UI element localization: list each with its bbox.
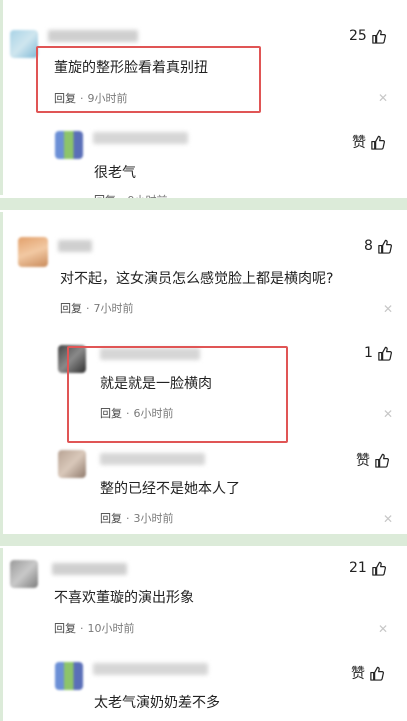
highlight-box	[67, 346, 288, 443]
reply-meta: 回复 · 3小时前	[100, 512, 174, 525]
thread-accent	[0, 212, 3, 534]
avatar[interactable]	[55, 131, 83, 159]
like-button[interactable]: 21	[349, 560, 386, 576]
like-count: 21	[349, 560, 367, 576]
comment-meta: 回复 · 10小时前	[54, 622, 135, 635]
thumbs-up-icon	[372, 561, 386, 576]
thumbs-up-icon	[370, 666, 384, 681]
timestamp: 3小时前	[133, 512, 174, 525]
reply-button[interactable]: 回复	[54, 622, 76, 635]
like-count: 赞	[351, 666, 365, 682]
close-icon[interactable]: ✕	[378, 91, 388, 105]
like-count: 25	[349, 28, 367, 44]
reply-text: 整的已经不是她本人了	[100, 481, 240, 497]
close-icon[interactable]: ✕	[383, 407, 393, 421]
like-button[interactable]: 1	[364, 345, 392, 361]
like-button[interactable]: 8	[364, 238, 392, 254]
comment-meta: 回复 · 7小时前	[60, 302, 134, 315]
username[interactable]	[100, 453, 205, 465]
timestamp: 7小时前	[93, 302, 134, 315]
like-button[interactable]: 赞	[351, 663, 384, 683]
username[interactable]	[93, 132, 188, 144]
username[interactable]	[93, 663, 208, 675]
thumbs-up-icon	[378, 346, 392, 361]
thumbs-up-icon	[371, 135, 385, 150]
thumbs-up-icon	[378, 239, 392, 254]
timestamp: 10小时前	[87, 622, 135, 635]
reply-text: 很老气	[94, 165, 136, 181]
avatar[interactable]	[55, 662, 83, 690]
thread-accent	[0, 0, 3, 195]
like-count: 8	[364, 238, 373, 254]
close-icon[interactable]: ✕	[383, 302, 393, 316]
avatar[interactable]	[58, 450, 86, 478]
like-button[interactable]: 赞	[356, 450, 389, 470]
comment-text: 不喜欢董璇的演出形象	[54, 590, 194, 606]
like-button[interactable]: 25	[349, 28, 386, 44]
close-icon[interactable]: ✕	[378, 622, 388, 636]
reply-button[interactable]: 回复	[100, 512, 122, 525]
avatar[interactable]	[18, 237, 48, 267]
reply-button[interactable]: 回复	[60, 302, 82, 315]
comment-text: 对不起，这女演员怎么感觉脸上都是横肉呢?	[60, 271, 334, 287]
thread-divider	[0, 534, 407, 546]
like-count: 赞	[356, 453, 370, 469]
highlight-box	[36, 46, 261, 113]
username[interactable]	[48, 30, 138, 42]
thumbs-up-icon	[372, 29, 386, 44]
thumbs-up-icon	[375, 453, 389, 468]
close-icon[interactable]: ✕	[383, 512, 393, 526]
username[interactable]	[58, 240, 92, 252]
username[interactable]	[52, 563, 127, 575]
reply-text: 太老气演奶奶差不多	[94, 695, 220, 711]
avatar[interactable]	[10, 560, 38, 588]
like-button[interactable]: 赞	[352, 132, 385, 152]
avatar[interactable]	[10, 30, 38, 58]
thread-accent	[0, 548, 3, 721]
thread-divider	[0, 198, 407, 210]
like-count: 赞	[352, 135, 366, 151]
like-count: 1	[364, 345, 373, 361]
